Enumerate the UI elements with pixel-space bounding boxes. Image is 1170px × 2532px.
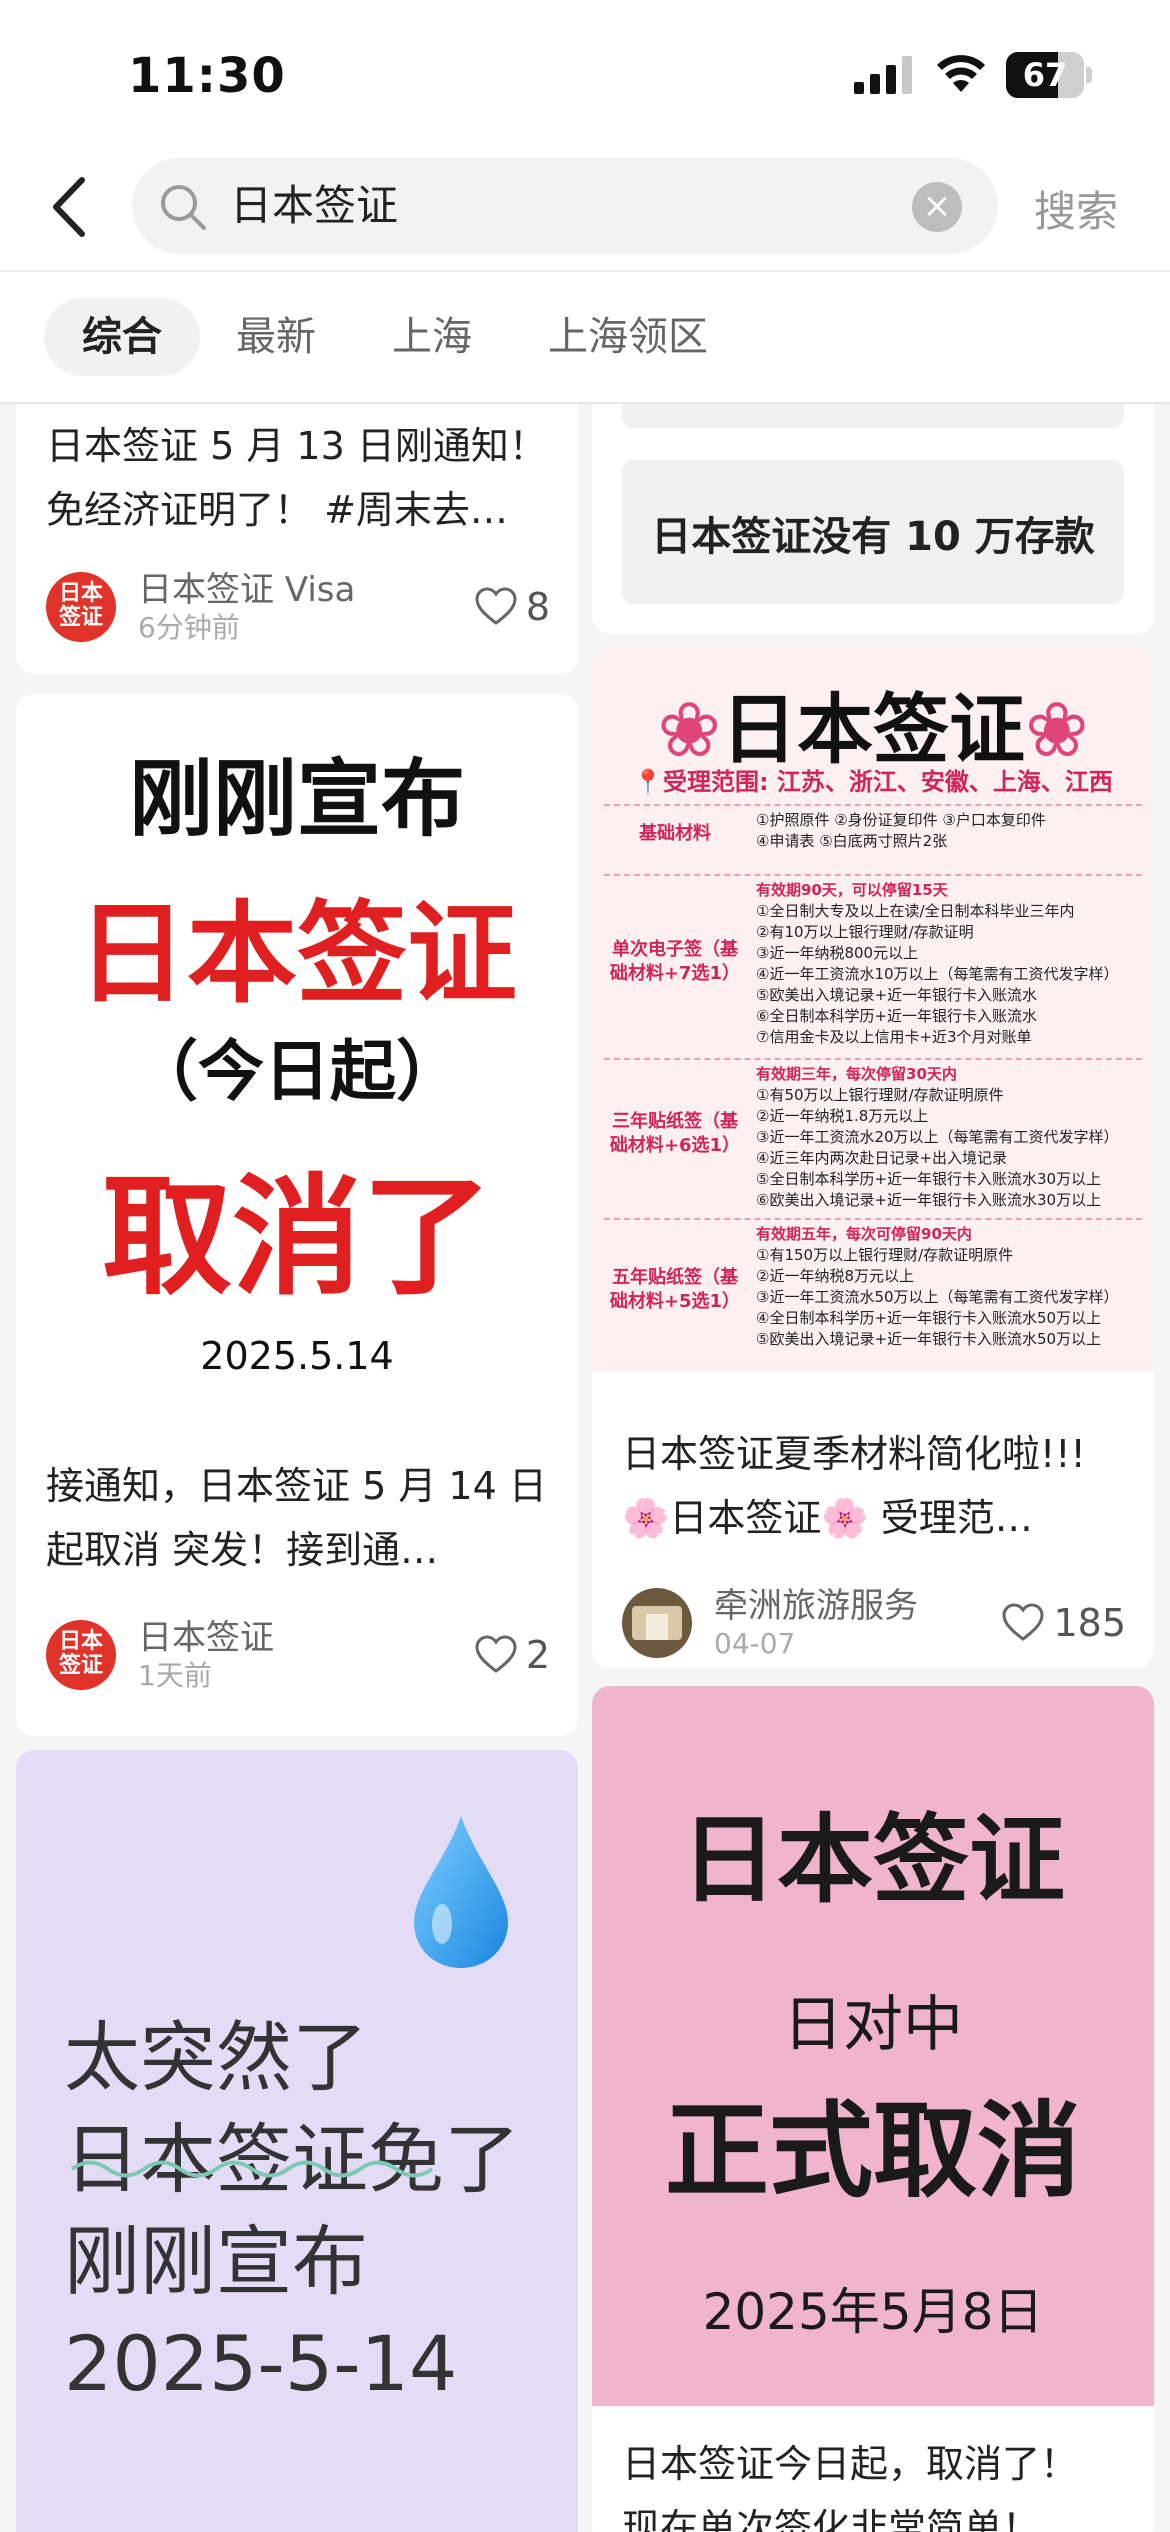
like-count: 8 — [525, 585, 550, 629]
note-title-line: 日本签证今日起，取消了！ — [622, 2442, 1079, 2486]
avatar[interactable]: 日本 签证 — [46, 572, 116, 642]
cover-text: 刚刚宣布 — [128, 750, 465, 848]
wifi-icon — [937, 55, 985, 92]
like-count: 185 — [1053, 1601, 1126, 1645]
note-card[interactable]: ❀日本签证❀ 📍受理范围: 江苏、浙江、安徽、上海、江西 基础材料 ①护照原件 … — [592, 646, 1154, 1668]
like-count: 2 — [525, 1633, 550, 1677]
flower-icon: ❀ — [657, 685, 721, 774]
post-time: 6分钟前 — [138, 611, 240, 644]
cover-text: 正式取消 — [664, 2090, 1081, 2212]
note-title-line: 起取消 突发！接到通… — [46, 1528, 439, 1572]
tab-comprehensive[interactable]: 综合 — [44, 298, 200, 376]
cover-scope: 📍受理范围: 江苏、浙江、安徽、上海、江西 — [633, 768, 1113, 796]
note-cover[interactable]: ❀日本签证❀ 📍受理范围: 江苏、浙江、安徽、上海、江西 基础材料 ①护照原件 … — [592, 646, 1154, 1372]
note-title-line: 现在单次签化非常简单！ — [622, 2506, 1041, 2532]
tab-latest[interactable]: 最新 — [198, 298, 354, 376]
cover-text: 2025-5-14 — [64, 2319, 458, 2408]
row-label: 单次电子签（基础材料+7选1） — [609, 939, 741, 984]
battery-icon: 67 — [1006, 52, 1092, 98]
search-icon — [161, 185, 206, 230]
note-card[interactable]: 太突然了 日本签证免了 刚刚宣布 2025-5-14 — [16, 1750, 578, 2532]
note-title-line: 免经济证明了！ #周末去… — [46, 488, 508, 532]
author-row: 日本 签证 日本签证 1天前 2 — [46, 1618, 550, 1692]
search-input[interactable]: 日本签证 × — [132, 158, 998, 254]
like-button[interactable]: 8 — [474, 584, 550, 630]
row-lines: 有效期五年，每次可停留90天内 ①有150万以上银行理财/存款证明原件 ②近一年… — [756, 1225, 1119, 1348]
note-card[interactable]: 日本签证 日对中 正式取消 2025年5月8日 日本签证今日起，取消了！ 现在单… — [592, 1686, 1154, 2532]
note-card[interactable]: 日本签证 5 月 13 日刚通知！ 免经济证明了！ #周末去… 日本 签证 日本签… — [16, 404, 578, 674]
note-card[interactable]: 日本签证没有 10 万存款 — [592, 404, 1154, 634]
note-title-line: 🌸日本签证🌸 受理范… — [622, 1496, 1033, 1540]
like-button[interactable]: 2 — [474, 1632, 550, 1678]
row-label: 基础材料 — [639, 823, 711, 844]
cover-text: 刚刚宣布 — [64, 2217, 368, 2306]
cover-text: 日本签证 — [77, 890, 517, 1018]
clear-search-icon[interactable]: × — [912, 182, 962, 232]
search-query[interactable]: 日本签证 — [230, 180, 398, 232]
materials-row: 基础材料 ①护照原件 ②身份证复印件 ③户口本复印件 ④申请表 ⑤白底两寸照片2… — [604, 804, 1142, 862]
note-cover[interactable]: 刚刚宣布 日本签证 （今日起） 取消了 2025.5.14 — [16, 694, 578, 1370]
author-name[interactable]: 日本签证 Visa — [138, 570, 355, 610]
tab-shanghai[interactable]: 上海 — [354, 298, 510, 376]
status-bar: 11:30 67 — [0, 0, 1170, 150]
cover-text: 取消了 — [101, 1161, 492, 1313]
post-time: 04-07 — [714, 1627, 796, 1660]
flower-icon: ❀ — [1025, 685, 1089, 774]
location-pin-icon: 📍 — [633, 768, 663, 796]
cover-text: 日本签证 — [681, 1804, 1065, 1916]
back-arrow-icon[interactable] — [44, 174, 100, 240]
cover-text: 太突然了 — [64, 2013, 368, 2102]
row-label: 五年贴纸签（基础材料+5选1） — [609, 1267, 741, 1312]
note-cover[interactable]: 日本签证 日对中 正式取消 2025年5月8日 — [592, 1686, 1154, 2406]
author-row: 牵洲旅游服务 04-07 185 — [622, 1586, 1126, 1660]
author-name[interactable]: 牵洲旅游服务 — [714, 1586, 918, 1626]
search-button[interactable]: 搜索 — [1034, 178, 1118, 239]
note-title-line: 日本签证 5 月 13 日刚通知！ — [46, 424, 547, 468]
water-drop-icon — [414, 1816, 508, 1968]
tab-shanghai-consular[interactable]: 上海领区 — [510, 298, 746, 376]
heart-icon — [475, 1635, 517, 1673]
post-time: 1天前 — [138, 1659, 212, 1692]
note-title: 日本签证没有 10 万存款 — [651, 514, 1095, 560]
materials-row: 五年贴纸签（基础材料+5选1） 有效期五年，每次可停留90天内 ①有150万以上… — [604, 1218, 1142, 1358]
status-time: 11:30 — [128, 48, 286, 104]
note-card[interactable]: 刚刚宣布 日本签证 （今日起） 取消了 2025.5.14 接通知，日本签证 5… — [16, 694, 578, 1736]
cellular-signal-icon — [854, 56, 912, 94]
like-button[interactable]: 185 — [1001, 1600, 1126, 1646]
row-label: 三年贴纸签（基础材料+6选1） — [609, 1111, 741, 1156]
avatar[interactable] — [622, 1588, 692, 1658]
row-lines: 有效期三年，每次停留30天内 ①有50万以上银行理财/存款证明原件 ②近一年纳税… — [756, 1065, 1119, 1209]
battery-percent: 67 — [1022, 56, 1068, 94]
cover-date: 2025年5月8日 — [702, 2283, 1044, 2341]
materials-row: 单次电子签（基础材料+7选1） 有效期90天，可以停留15天 ①全日制大专及以上… — [604, 874, 1142, 1046]
heart-icon — [475, 587, 517, 625]
note-title-line: 接通知，日本签证 5 月 14 日 — [46, 1464, 547, 1508]
cover-text: （今日起） — [132, 1033, 462, 1110]
search-header: 日本签证 × 搜索 — [0, 150, 1170, 272]
author-name[interactable]: 日本签证 — [138, 1618, 274, 1658]
cover-text: 日对中 — [783, 1990, 963, 2060]
note-cover[interactable]: 太突然了 日本签证免了 刚刚宣布 2025-5-14 — [16, 1750, 578, 2532]
heart-icon — [1002, 1603, 1044, 1641]
text-cover[interactable]: 日本签证没有 10 万存款 — [622, 460, 1124, 604]
materials-row: 三年贴纸签（基础材料+6选1） 有效期三年，每次停留30天内 ①有50万以上银行… — [604, 1058, 1142, 1209]
results-feed: 日本签证 5 月 13 日刚通知！ 免经济证明了！ #周末去… 日本 签证 日本签… — [0, 404, 1170, 2532]
avatar[interactable]: 日本 签证 — [46, 1620, 116, 1690]
row-lines: ①护照原件 ②身份证复印件 ③户口本复印件 ④申请表 ⑤白底两寸照片2张 — [756, 811, 1046, 850]
note-title-line: 日本签证夏季材料简化啦!!! — [622, 1432, 1086, 1476]
filter-tabs: 综合 最新 上海 上海领区 — [0, 272, 1170, 404]
wavy-underline — [70, 2160, 434, 2178]
author-row: 日本 签证 日本签证 Visa 6分钟前 8 — [46, 570, 550, 644]
row-lines: 有效期90天，可以停留15天 ①全日制大专及以上在读/全日制本科毕业三年内 ②有… — [756, 881, 1119, 1046]
cover-date: 2025.5.14 — [200, 1334, 394, 1370]
